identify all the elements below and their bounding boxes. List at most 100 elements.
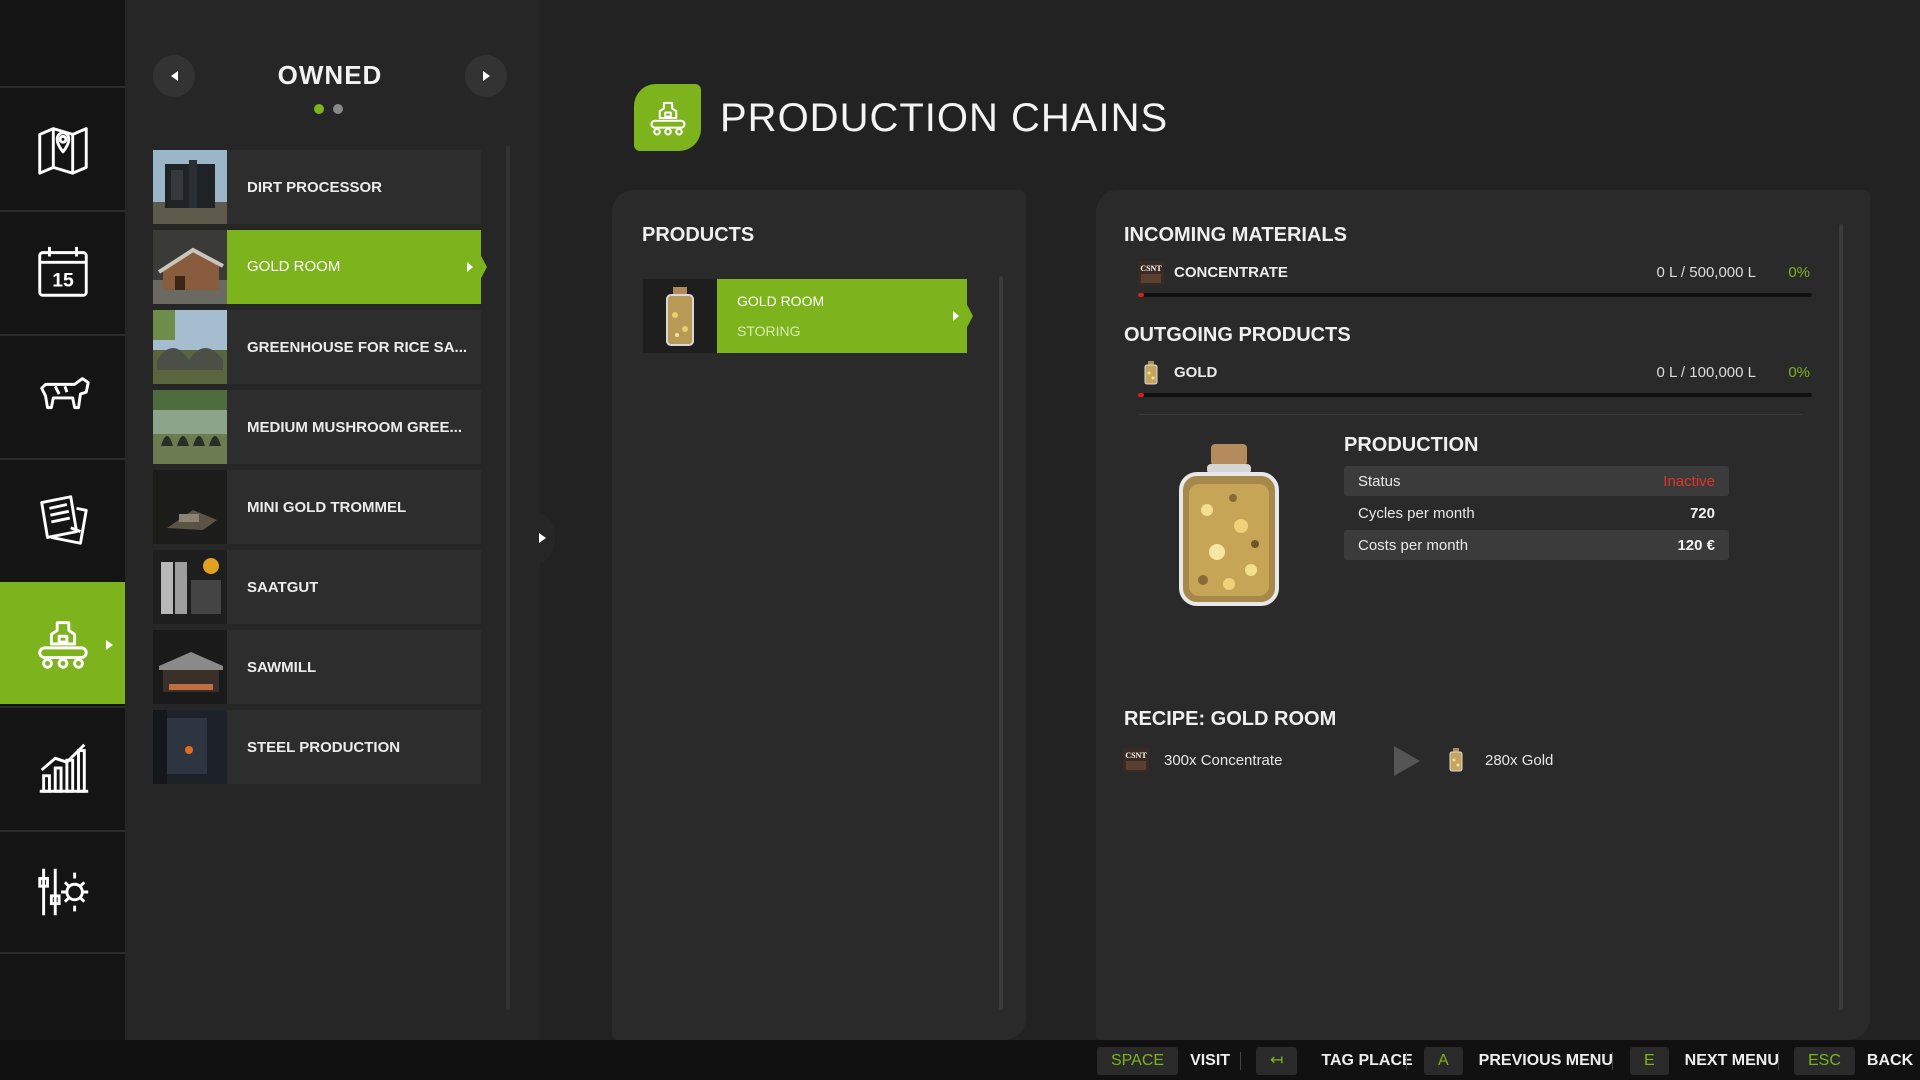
cycles-label: Cycles per month	[1358, 504, 1475, 522]
svg-text:CSNT: CSNT	[1125, 751, 1147, 760]
production-icon	[37, 621, 88, 669]
owned-item-label: GOLD ROOM	[227, 230, 481, 304]
owned-item-label: DIRT PROCESSOR	[247, 178, 383, 196]
page-title: PRODUCTION CHAINS	[720, 96, 1169, 140]
production-stats-table: Status Inactive Cycles per month 720 Cos…	[1344, 466, 1729, 562]
main-menu-rail: 15	[0, 0, 125, 1040]
product-item-body: GOLD ROOM STORING	[717, 279, 967, 353]
play-arrow-icon	[1394, 746, 1420, 776]
owned-item-mushroom-greenhouse[interactable]: MEDIUM MUSHROOM GREE...	[153, 390, 481, 464]
product-status: STORING	[737, 323, 801, 339]
greenhouse-thumbnail	[153, 310, 227, 384]
owned-item-label: STEEL PRODUCTION	[247, 738, 401, 756]
product-name: GOLD	[1174, 364, 1218, 381]
svg-text:15: 15	[52, 270, 74, 292]
map-icon	[37, 127, 88, 175]
previous-page-button[interactable]	[153, 55, 195, 97]
cow-icon	[39, 377, 90, 410]
gold-jar-thumbnail	[643, 279, 717, 353]
material-fill-bar	[1138, 293, 1812, 297]
status-row: Status Inactive	[1344, 466, 1729, 496]
mini-gold-trommel-thumbnail	[153, 470, 227, 544]
owned-item-gold-room[interactable]: GOLD ROOM	[153, 230, 487, 304]
rail-item-production[interactable]	[0, 582, 125, 704]
outgoing-products-title: OUTGOING PRODUCTS	[1124, 324, 1351, 346]
key-e: E	[1630, 1047, 1669, 1075]
chevron-right-icon	[953, 311, 959, 321]
costs-row: Costs per month 120 €	[1344, 530, 1729, 560]
hint-visit[interactable]: SPACE VISIT	[1097, 1047, 1230, 1075]
hint-separator	[1406, 1052, 1407, 1070]
calendar-icon: 15	[37, 246, 88, 297]
hint-separator	[1778, 1052, 1779, 1070]
rail-item-contracts[interactable]	[0, 458, 125, 580]
saatgut-thumbnail	[153, 550, 227, 624]
owned-item-label: MEDIUM MUSHROOM GREE...	[247, 418, 463, 436]
rail-item-statistics[interactable]	[0, 706, 125, 828]
key-tab: ↤	[1256, 1047, 1298, 1075]
product-item-gold-room[interactable]: GOLD ROOM STORING	[643, 279, 973, 353]
collapse-panel-button[interactable]	[533, 512, 555, 564]
owned-item-label: GREENHOUSE FOR RICE SA...	[247, 338, 468, 356]
hint-next-menu[interactable]: E NEXT MENU	[1630, 1047, 1779, 1075]
hint-separator	[1612, 1052, 1613, 1070]
products-title: PRODUCTS	[642, 224, 755, 246]
gold-room-thumbnail	[153, 230, 227, 304]
sawmill-thumbnail	[153, 630, 227, 704]
statistics-icon	[39, 743, 88, 793]
material-name: CONCENTRATE	[1174, 264, 1288, 281]
costs-label: Costs per month	[1358, 536, 1469, 554]
recipe-row: CSNT 300x Concentrate 280x Gold	[1123, 744, 1723, 776]
owned-item-greenhouse-rice[interactable]: GREENHOUSE FOR RICE SA...	[153, 310, 481, 384]
recipe-title: RECIPE: GOLD ROOM	[1124, 708, 1337, 730]
owned-item-label: SAWMILL	[247, 658, 317, 676]
rail-item-settings[interactable]	[0, 830, 125, 952]
cycles-row: Cycles per month 720	[1344, 498, 1729, 528]
concentrate-icon: CSNT	[1138, 261, 1164, 285]
product-amount: 0 L / 100,000 L	[1656, 364, 1756, 381]
products-scrollbar[interactable]	[999, 276, 1003, 1010]
owned-item-mini-gold-trommel[interactable]: MINI GOLD TROMMEL	[153, 470, 481, 544]
chevron-right-icon	[482, 71, 490, 81]
page-dot[interactable]	[333, 104, 343, 114]
owned-item-sawmill[interactable]: SAWMILL	[153, 630, 481, 704]
owned-item-steel-production[interactable]: STEEL PRODUCTION	[153, 710, 481, 784]
product-percent: 0%	[1788, 364, 1810, 381]
svg-text:CSNT: CSNT	[1140, 264, 1162, 273]
material-amount: 0 L / 500,000 L	[1656, 264, 1756, 281]
gold-icon	[1443, 748, 1469, 772]
hint-action: TAG PLACE	[1321, 1052, 1413, 1069]
hint-previous-menu[interactable]: A PREVIOUS MENU	[1424, 1047, 1613, 1075]
details-scrollbar[interactable]	[1839, 224, 1843, 1010]
rail-item-calendar[interactable]: 15	[0, 210, 125, 332]
page-indicator	[314, 104, 343, 114]
owned-item-dirt-processor[interactable]: DIRT PROCESSOR	[153, 150, 481, 224]
concentrate-icon: CSNT	[1123, 748, 1149, 772]
incoming-material-row: CSNT CONCENTRATE 0 L / 500,000 L 0%	[1138, 259, 1812, 297]
production-chains-icon	[634, 84, 701, 151]
recipe-output: 280x Gold	[1485, 752, 1554, 769]
contracts-icon	[39, 495, 88, 545]
owned-item-label: SAATGUT	[247, 578, 319, 596]
rail-item-animals[interactable]	[0, 334, 125, 456]
product-name: GOLD ROOM	[737, 293, 825, 309]
hint-action: NEXT MENU	[1684, 1052, 1779, 1069]
rail-item-map[interactable]	[0, 86, 125, 208]
hint-action: BACK	[1866, 1052, 1914, 1069]
owned-list-scrollbar[interactable]	[506, 146, 510, 1010]
next-page-button[interactable]	[465, 55, 507, 97]
rail-divider	[0, 952, 125, 954]
gold-icon	[1138, 361, 1164, 385]
hint-back[interactable]: ESC BACK	[1794, 1047, 1913, 1075]
recipe-input: 300x Concentrate	[1164, 752, 1283, 769]
key-a: A	[1424, 1047, 1463, 1075]
settings-icon	[37, 868, 88, 916]
hint-separator	[1240, 1052, 1241, 1070]
hint-action: PREVIOUS MENU	[1478, 1052, 1613, 1069]
production-title: PRODUCTION	[1344, 434, 1479, 456]
gold-jar-image	[1179, 444, 1279, 606]
page-dot-active[interactable]	[314, 104, 324, 114]
key-space: SPACE	[1097, 1047, 1179, 1075]
owned-item-saatgut[interactable]: SAATGUT	[153, 550, 481, 624]
hint-tag-place[interactable]: ↤ TAG PLACE	[1256, 1047, 1413, 1075]
